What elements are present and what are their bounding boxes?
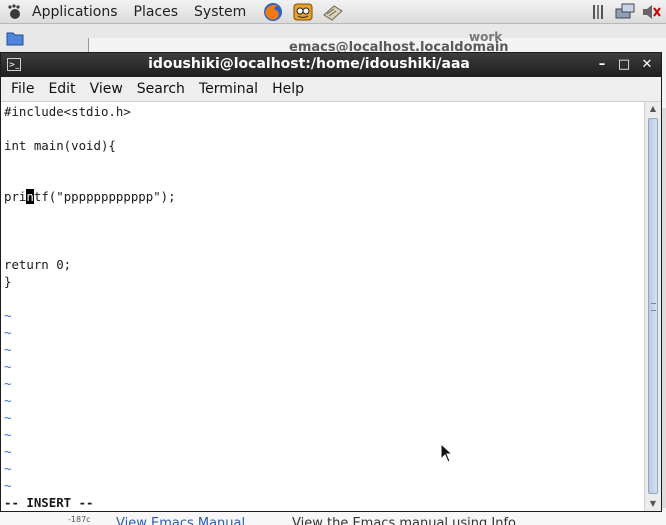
text-cursor: n (26, 189, 34, 204)
scroll-up-arrow-icon[interactable]: ▲ (648, 104, 658, 114)
menu-edit[interactable]: Edit (41, 77, 82, 101)
code-line-close-brace: } (4, 274, 12, 289)
menu-terminal[interactable]: Terminal (192, 77, 265, 101)
code-line-main: int main(void){ (4, 138, 116, 153)
scroll-down-arrow-icon[interactable]: ▼ (648, 499, 658, 509)
terminal-scrollbar[interactable]: ▲ ▼ (644, 102, 661, 511)
system-menu[interactable]: System (186, 0, 254, 24)
printf-prefix: pri (4, 189, 27, 204)
mouse-pointer-icon (440, 442, 454, 463)
code-line-return: return 0; (4, 257, 72, 272)
menu-view[interactable]: View (83, 77, 130, 101)
gnome-foot-icon[interactable] (6, 3, 24, 21)
firefox-icon[interactable] (262, 1, 284, 23)
top-panel: Applications Places System (0, 0, 666, 24)
emacs-bottom-strip: -187c View Emacs Manual View the Emacs m… (0, 512, 666, 525)
printf-suffix: tf("pppppppppppp"); (33, 189, 176, 204)
menu-help[interactable]: Help (265, 77, 311, 101)
menu-search[interactable]: Search (130, 77, 192, 101)
empty-line-tilde: ~ (4, 359, 12, 374)
empty-line-tilde: ~ (4, 342, 12, 357)
mail-icon[interactable] (292, 1, 314, 23)
view-emacs-manual-link[interactable]: View Emacs Manual (116, 516, 245, 525)
code-line-printf: printf("pppppppppppp"); (4, 188, 176, 205)
emacs-manual-description: View the Emacs manual using Info (292, 516, 517, 525)
empty-line-tilde: ~ (4, 444, 12, 459)
empty-line-tilde: ~ (4, 427, 12, 442)
places-menu[interactable]: Places (126, 0, 187, 24)
empty-line-tilde: ~ (4, 325, 12, 340)
grip-icon (651, 303, 656, 311)
network-icon[interactable] (614, 1, 636, 23)
applications-menu[interactable]: Applications (24, 0, 126, 24)
terminal-titlebar[interactable]: >_ idoushiki@localhost:/home/idoushiki/a… (1, 53, 661, 77)
minimize-button[interactable]: – (593, 56, 611, 74)
terminal-text-area[interactable]: #include<stdio.h> int main(void){ printf… (1, 102, 644, 511)
notes-icon[interactable] (322, 1, 344, 23)
updates-icon[interactable] (588, 1, 610, 23)
empty-line-tilde: ~ (4, 478, 12, 493)
vim-status-line: -- INSERT -- (4, 495, 94, 510)
empty-line-tilde: ~ (4, 376, 12, 391)
terminal-window: >_ idoushiki@localhost:/home/idoushiki/a… (0, 52, 662, 512)
terminal-title: idoushiki@localhost:/home/idoushiki/aaa (148, 56, 470, 72)
menu-file[interactable]: File (4, 77, 41, 101)
close-button[interactable]: ✕ (638, 56, 656, 74)
emacs-side-number: -187c (68, 515, 91, 524)
code-line-include: #include<stdio.h> (4, 104, 131, 119)
volume-muted-icon[interactable] (640, 1, 662, 23)
empty-line-tilde: ~ (4, 461, 12, 476)
terminal-menubar: File Edit View Search Terminal Help (1, 77, 661, 102)
maximize-button[interactable]: □ (615, 56, 633, 74)
empty-line-tilde: ~ (4, 393, 12, 408)
empty-line-tilde: ~ (4, 410, 12, 425)
scrollbar-thumb[interactable] (648, 118, 658, 494)
folder-icon[interactable] (6, 30, 24, 46)
empty-line-tilde: ~ (4, 308, 12, 323)
